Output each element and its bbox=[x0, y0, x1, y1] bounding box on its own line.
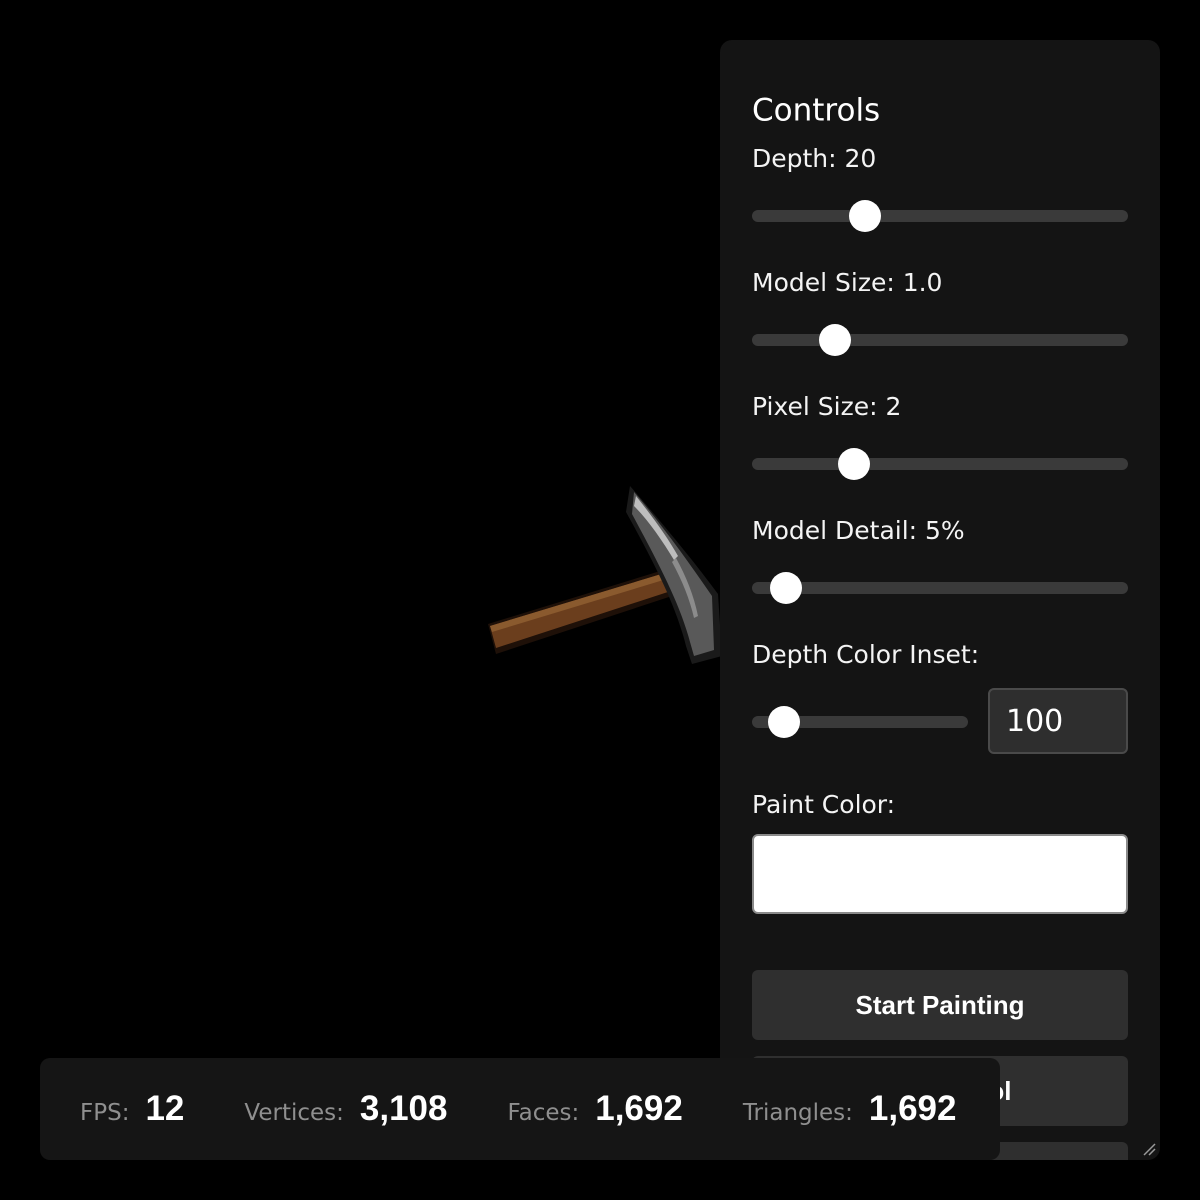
model-size-label: Model Size: 1.0 bbox=[752, 268, 943, 297]
depth-color-inset-input[interactable] bbox=[988, 688, 1128, 754]
triangles-stat: Triangles: 1,692 bbox=[743, 1089, 957, 1129]
pixel-size-slider-thumb[interactable] bbox=[837, 448, 870, 480]
depth-label: Depth: 20 bbox=[752, 144, 877, 173]
depth-color-inset-slider[interactable] bbox=[752, 706, 968, 738]
depth-slider-thumb[interactable] bbox=[848, 200, 881, 232]
fps-value: 12 bbox=[145, 1089, 185, 1128]
depth-slider[interactable] bbox=[752, 200, 1128, 232]
model-size-slider-thumb[interactable] bbox=[818, 324, 851, 356]
pickaxe-model[interactable] bbox=[480, 476, 740, 676]
depth-color-inset-slider-thumb[interactable] bbox=[768, 706, 801, 738]
faces-value: 1,692 bbox=[595, 1089, 683, 1128]
pixel-size-slider[interactable] bbox=[752, 448, 1128, 480]
depth-color-inset-label: Depth Color Inset: bbox=[752, 640, 980, 669]
panel-title: Controls bbox=[752, 92, 881, 129]
model-detail-label: Model Detail: 5% bbox=[752, 516, 965, 545]
triangles-label: Triangles: bbox=[742, 1100, 853, 1126]
model-size-slider[interactable] bbox=[752, 324, 1128, 356]
faces-stat: Faces: 1,692 bbox=[507, 1089, 682, 1129]
vertices-label: Vertices: bbox=[244, 1100, 344, 1126]
start-painting-button[interactable]: Start Painting bbox=[752, 970, 1128, 1040]
vertices-stat: Vertices: 3,108 bbox=[244, 1089, 447, 1129]
stats-bar: FPS: 12 Vertices: 3,108 Faces: 1,692 Tri… bbox=[40, 1058, 1000, 1160]
faces-label: Faces: bbox=[507, 1100, 580, 1126]
vertices-value: 3,108 bbox=[359, 1089, 448, 1128]
paint-color-label: Paint Color: bbox=[752, 790, 896, 819]
controls-panel: Controls Depth: 20 Model Size: 1.0 Pixel… bbox=[720, 40, 1160, 1160]
triangles-value: 1,692 bbox=[868, 1089, 957, 1128]
fps-stat: FPS: 12 bbox=[80, 1089, 184, 1129]
fps-label: FPS: bbox=[80, 1100, 130, 1126]
pixel-size-label: Pixel Size: 2 bbox=[752, 392, 902, 421]
model-detail-slider-thumb[interactable] bbox=[769, 572, 802, 604]
model-detail-slider[interactable] bbox=[752, 572, 1128, 604]
resize-handle-icon[interactable] bbox=[1142, 1142, 1156, 1156]
paint-color-picker[interactable] bbox=[752, 834, 1128, 914]
